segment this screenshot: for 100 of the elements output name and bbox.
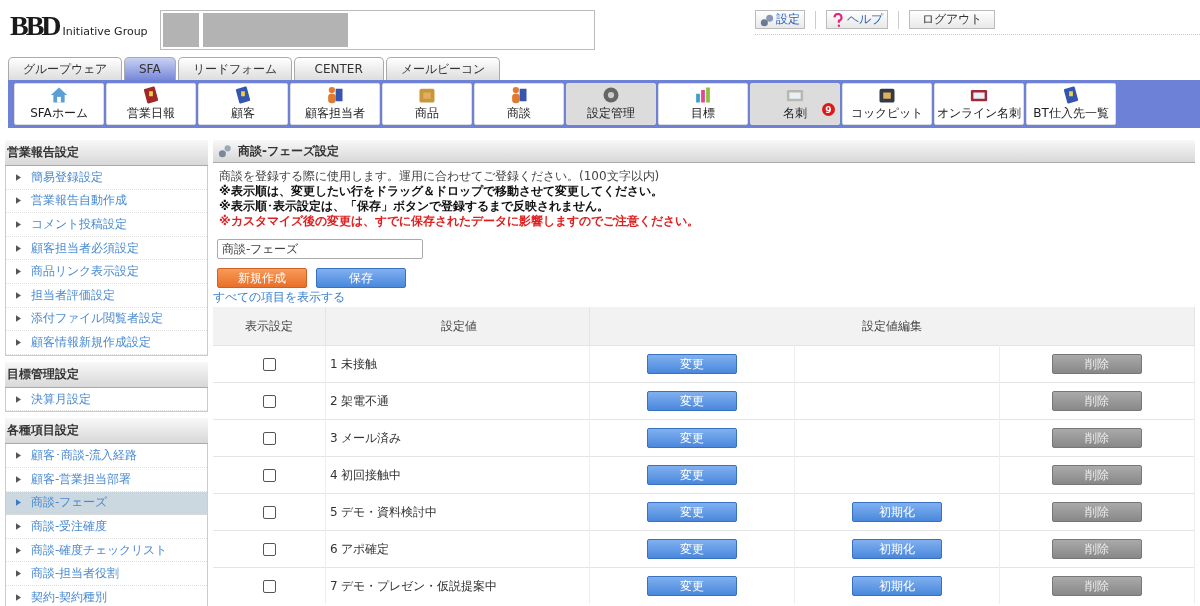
nav-button[interactable]: 商品: [382, 83, 472, 125]
page-title: 商談-フェーズ設定: [238, 142, 339, 160]
arrow-icon: [16, 452, 21, 460]
arrow-icon: [16, 291, 21, 299]
logo-text: Initiative Group: [62, 25, 148, 38]
change-button[interactable]: 変更: [647, 465, 737, 485]
tab[interactable]: CENTER: [293, 57, 384, 80]
checkbox[interactable]: [262, 432, 276, 445]
instruction-text: ※表示順は、変更したい行をドラッグ＆ドロップで移動させて変更してください。: [219, 184, 664, 199]
sidebar-item[interactable]: コメント投稿設定: [6, 213, 207, 237]
nav-button[interactable]: 顧客: [198, 83, 288, 125]
sidebar-item[interactable]: 契約-契約種別: [6, 585, 207, 606]
people-icon: [509, 85, 529, 105]
checkbox[interactable]: [262, 506, 276, 519]
table-cell: 7 デモ・プレゼン・仮説提案中: [330, 578, 498, 593]
arrow-icon: [16, 315, 21, 323]
sidebar-item[interactable]: 簡易登録設定: [6, 166, 207, 190]
change-button[interactable]: 変更: [647, 428, 737, 448]
tab[interactable]: リードフォーム: [177, 57, 292, 80]
reset-button[interactable]: 初期化: [852, 576, 942, 596]
checkbox[interactable]: [262, 395, 276, 408]
checkbox[interactable]: [262, 543, 276, 556]
new-button[interactable]: 新規作成: [217, 268, 307, 288]
section-title: 各種項目設定: [5, 418, 208, 445]
section-title: 目標管理設定: [5, 361, 208, 388]
nav-button[interactable]: SFAホーム: [14, 83, 104, 125]
people-icon: [325, 85, 345, 105]
tab[interactable]: メールビーコン: [385, 57, 500, 80]
sidebar-item[interactable]: 商談-フェーズ: [6, 491, 207, 516]
arrow-icon: [16, 570, 21, 578]
column-header: 設定値: [325, 307, 590, 346]
arrow-icon: [16, 268, 21, 276]
table-cell: 4 初回接触中: [330, 467, 402, 482]
sidebar-item[interactable]: 営業報告自動作成: [6, 189, 207, 214]
sidebar-item[interactable]: 担当者評価設定: [6, 283, 207, 308]
reset-button[interactable]: 初期化: [852, 502, 942, 522]
house-icon: [49, 85, 69, 105]
arrow-icon: [16, 546, 21, 554]
arrow-icon: [16, 244, 21, 252]
change-button[interactable]: 変更: [647, 539, 737, 559]
tab[interactable]: SFA: [124, 57, 176, 80]
table-cell: 6 アポ確定: [330, 541, 390, 556]
change-button[interactable]: 変更: [647, 391, 737, 411]
checkbox[interactable]: [262, 358, 276, 371]
sidebar-item[interactable]: 商談-確度チェックリスト: [6, 538, 207, 563]
instruction-text: 商談を登録する際に使用します。運用に合わせてご登録ください。(100文字以内): [219, 169, 661, 184]
show-all-link[interactable]: すべての項目を表示する: [213, 289, 345, 306]
header-button[interactable]: ログアウト: [909, 10, 996, 29]
sidebar-item[interactable]: 顧客-営業担当部署: [6, 467, 207, 492]
count-badge: 9: [822, 103, 835, 116]
logo-mark: BBD: [10, 10, 59, 42]
gear-icon: [601, 85, 621, 105]
nav-button[interactable]: 商談: [474, 83, 564, 125]
nav-button[interactable]: 設定管理: [566, 83, 656, 125]
save-button[interactable]: 保存: [316, 268, 406, 288]
arrow-icon: [16, 173, 21, 181]
arrow-icon: [16, 593, 21, 601]
nav-button[interactable]: 営業日報: [106, 83, 196, 125]
nav-button[interactable]: 目標: [658, 83, 748, 125]
instruction-text: ※表示順･表示設定は、「保存」ボタンで登録するまで反映されません。: [219, 199, 610, 214]
reset-button[interactable]: 初期化: [852, 539, 942, 559]
column-header: 表示設定: [213, 307, 326, 346]
nav-button[interactable]: 顧客担当者: [290, 83, 380, 125]
checkbox[interactable]: [262, 469, 276, 482]
header-button[interactable]: ヘルプ: [826, 10, 889, 29]
arrow-icon: [16, 338, 21, 346]
nav-button[interactable]: 名刺 9: [750, 83, 840, 125]
sidebar-item[interactable]: 顧客担当者必須設定: [6, 236, 207, 261]
table-cell: 2 架電不通: [330, 393, 390, 408]
checkbox[interactable]: [262, 580, 276, 593]
tab[interactable]: グループウェア: [8, 57, 122, 80]
section-title: 営業報告設定: [5, 140, 208, 166]
instruction-text: ※カスタマイズ後の変更は、すでに保存されたデータに影響しますのでご注意ください。: [219, 214, 700, 229]
column-header: 設定値編集: [589, 307, 1195, 346]
sidebar-item[interactable]: 商品リンク表示設定: [6, 260, 207, 284]
table-cell: 3 メール済み: [330, 430, 402, 445]
sidebar-item[interactable]: 決算月設定: [6, 387, 207, 412]
nav-button[interactable]: コックピット: [842, 83, 932, 125]
sidebar-item[interactable]: 商談-受注確度: [6, 515, 207, 539]
table-cell: 1 未接触: [330, 356, 378, 371]
arrow-icon: [16, 499, 21, 507]
nav-button[interactable]: BT仕入先一覧: [1026, 83, 1116, 125]
change-button[interactable]: 変更: [647, 502, 737, 522]
nav-button[interactable]: オンライン名刺: [934, 83, 1024, 125]
change-button[interactable]: 変更: [647, 354, 737, 374]
arrow-icon: [16, 475, 21, 483]
table-cell: 5 デモ・資料検討中: [330, 504, 438, 519]
arrow-icon: [16, 395, 21, 403]
sidebar-item[interactable]: 顧客情報新規作成設定: [6, 331, 207, 355]
chart-icon: [693, 85, 713, 105]
arrow-icon: [16, 522, 21, 530]
sidebar-item[interactable]: 顧客･商談-流入経路: [6, 444, 207, 468]
question-icon: [831, 12, 846, 27]
arrow-icon: [16, 221, 21, 228]
name-field[interactable]: 商談-フェーズ: [217, 239, 423, 259]
arrow-icon: [16, 197, 21, 205]
header-button[interactable]: 設定: [755, 10, 806, 29]
sidebar-item[interactable]: 添付ファイル閲覧者設定: [6, 307, 207, 332]
change-button[interactable]: 変更: [647, 576, 737, 596]
sidebar-item[interactable]: 商談-担当者役割: [6, 562, 207, 586]
